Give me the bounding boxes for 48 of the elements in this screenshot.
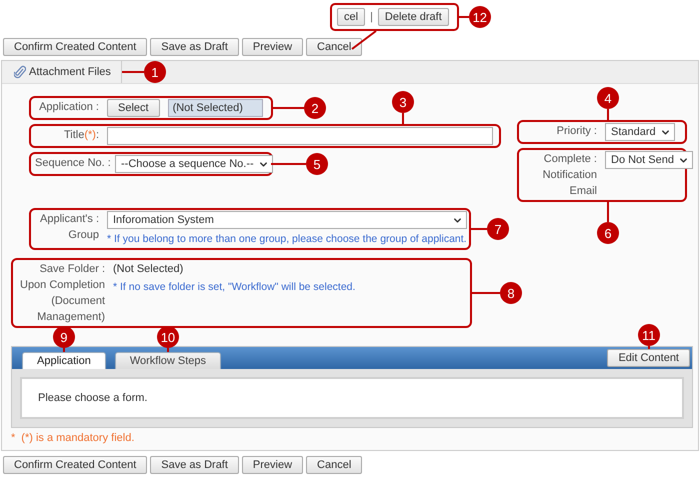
select-field[interactable]: Inforomation System	[107, 211, 467, 229]
toolbar-button[interactable]: Confirm Created Content	[3, 456, 148, 474]
field-label: Complete : Notification Email	[542, 152, 597, 199]
callout-number: 9	[52, 326, 75, 348]
content-tab[interactable]: Application	[22, 352, 106, 369]
callout-number: 10	[156, 326, 179, 348]
hint-text: * If no save folder is set, "Workflow" will be selected.	[113, 280, 356, 295]
toolbar-button[interactable]: Confirm Created Content	[3, 38, 148, 56]
field-label: Title(*):	[62, 128, 99, 143]
edit-content-button[interactable]: Edit Content	[607, 349, 690, 367]
toolbar-button[interactable]: Preview	[242, 38, 304, 56]
select-button[interactable]: Select	[107, 99, 160, 117]
paperclip-icon	[14, 65, 26, 79]
toolbar-button[interactable]: Save as Draft	[150, 38, 239, 56]
toolbar-button[interactable]: Cancel	[306, 38, 362, 56]
select-field[interactable]: Do Not Send	[605, 151, 693, 169]
separator-text: |	[370, 11, 373, 23]
clipped-button[interactable]: cel	[337, 8, 366, 26]
toolbar-button[interactable]: Save as Draft	[150, 456, 239, 474]
hint-text: * If you belong to more than one group, please choose the group of applicant.	[107, 232, 467, 247]
field-label: Applicant's : Group	[39, 212, 99, 243]
callout-number: 7	[487, 218, 509, 240]
form-message: Please choose a form.	[38, 392, 148, 404]
toolbar-button[interactable]: Cancel	[306, 456, 362, 474]
asterisk-text: *	[11, 432, 16, 444]
toolbar-button[interactable]: Preview	[242, 456, 304, 474]
callout-number: 12	[468, 6, 491, 28]
content-tab[interactable]: Workflow Steps	[114, 352, 222, 369]
leader-line	[122, 71, 144, 73]
callout-number: 6	[597, 222, 619, 244]
leader-line	[271, 163, 306, 165]
field-label: Application :	[38, 100, 99, 115]
callout-number: 4	[597, 87, 619, 109]
mandatory-note: (*) is a mandatory field.	[21, 432, 134, 444]
callout-number: 1	[144, 61, 166, 83]
folder-value: (Not Selected)	[113, 262, 184, 277]
field-label: Save Folder : Upon Completion (Document Management)	[19, 262, 105, 325]
select-field[interactable]: Standard	[605, 123, 675, 141]
callout-number: 8	[500, 282, 522, 304]
select-field[interactable]: --Choose a sequence No.--	[115, 155, 273, 173]
callout-number: 11	[638, 324, 660, 346]
callout-number: 5	[306, 153, 328, 175]
callout-number: 2	[304, 97, 326, 119]
title-input[interactable]	[107, 127, 493, 145]
field-label: Priority :	[556, 124, 597, 139]
selection-value: (Not Selected)	[168, 99, 263, 117]
delete-draft-button[interactable]: Delete draft	[378, 8, 449, 26]
callout-number: 3	[392, 91, 414, 113]
